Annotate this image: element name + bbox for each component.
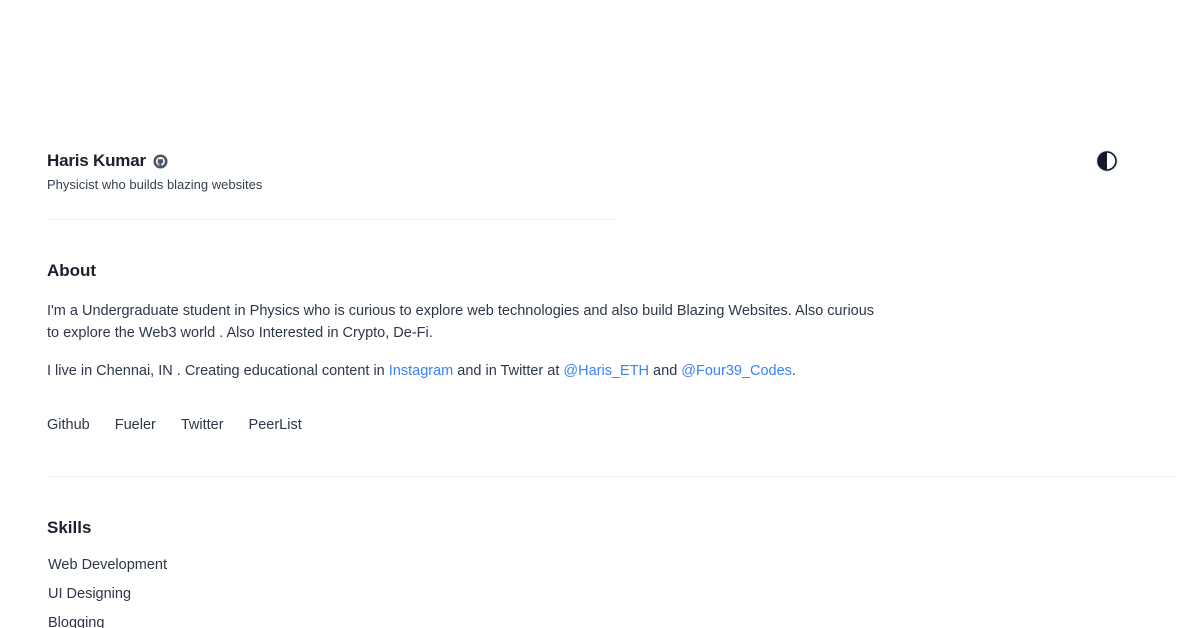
portfolio-page: Haris Kumar Physicist who builds blazing… [0, 0, 1200, 628]
skills-title: Skills [47, 518, 92, 537]
social-links: Github Fueler Twitter PeerList [47, 417, 302, 433]
skill-item: Web Development [48, 557, 168, 573]
github-icon[interactable] [153, 153, 168, 169]
about-and-text: and [649, 363, 682, 379]
twitter-four39-codes-link[interactable]: @Four39_Codes [681, 363, 792, 379]
skills-section: Skills Web Development UI Designing Blog… [47, 518, 167, 628]
about-paragraph-1: I'm a Undergraduate student in Physics w… [47, 303, 875, 341]
about-period: . [791, 363, 796, 379]
peerlist-link[interactable]: PeerList [249, 417, 302, 433]
twitter-link[interactable]: Twitter [181, 417, 224, 433]
github-link[interactable]: Github [47, 417, 90, 433]
about-paragraph-2: I live in Chennai, IN . Creating educati… [47, 360, 887, 382]
about-title: About [47, 261, 97, 280]
theme-toggle-button[interactable] [1095, 149, 1119, 173]
profile-name: Haris Kumar [47, 151, 146, 170]
fueler-link[interactable]: Fueler [115, 417, 156, 433]
header-divider [47, 219, 615, 220]
name-row: Haris Kumar [47, 151, 262, 171]
twitter-haris-eth-link[interactable]: @Haris_ETH [563, 363, 649, 379]
contrast-icon [1096, 150, 1118, 172]
profile-header: Haris Kumar Physicist who builds blazing… [47, 151, 262, 192]
about-location-text: I live in Chennai, IN . Creating educati… [47, 363, 389, 379]
skills-list: Web Development UI Designing Blogging [48, 551, 167, 628]
instagram-link[interactable]: Instagram [389, 363, 453, 379]
profile-tagline: Physicist who builds blazing websites [47, 177, 263, 192]
section-divider [47, 476, 1177, 477]
about-twitter-text: and in Twitter at [453, 363, 564, 379]
skill-item: UI Designing [48, 586, 132, 602]
skill-item: Blogging [48, 615, 105, 628]
about-section: About I'm a Undergraduate student in Phy… [47, 261, 887, 382]
